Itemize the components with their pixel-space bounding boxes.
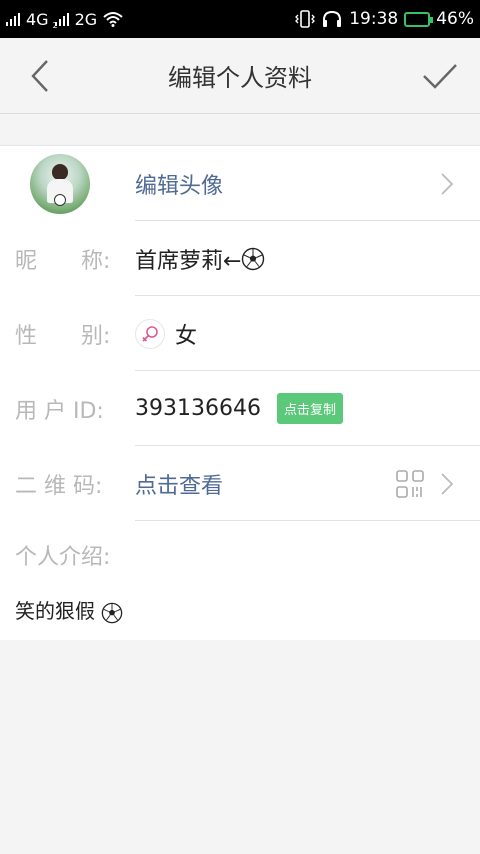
- title-bar: 编辑个人资料: [0, 38, 480, 114]
- intro-label: 个人介绍:: [15, 545, 111, 570]
- sim2-index: 2: [52, 21, 58, 30]
- network-type-2: 2G: [74, 9, 98, 29]
- nickname-value: 首席萝莉←: [135, 248, 242, 274]
- intro-section[interactable]: 个人介绍: 笑的狠假: [0, 521, 480, 640]
- chevron-right-icon: [441, 472, 454, 495]
- back-button[interactable]: [18, 54, 62, 98]
- view-qrcode-link[interactable]: 点击查看: [135, 468, 223, 500]
- qrcode-label: 二 维 码:: [15, 473, 103, 499]
- signal-icon-sim2: 2: [53, 12, 69, 30]
- status-right: 19:38 46%: [295, 9, 474, 29]
- headphone-icon: [323, 10, 342, 27]
- vibrate-icon: [295, 10, 316, 28]
- wifi-icon: [103, 12, 123, 27]
- check-icon: [423, 63, 457, 89]
- userid-value: 393136646: [135, 396, 261, 421]
- copy-id-button[interactable]: 点击复制: [276, 393, 343, 424]
- qr-code-icon: [396, 469, 424, 498]
- intro-text-wrap[interactable]: 笑的狠假: [0, 571, 480, 640]
- clock: 19:38: [349, 9, 399, 29]
- status-bar: 4G 2 2G 19:38 46%: [0, 0, 480, 38]
- userid-row: 用 户 ID: 393136646 点击复制: [0, 371, 480, 446]
- gender-value: 女: [175, 323, 198, 349]
- userid-label: 用 户 ID:: [15, 398, 104, 424]
- battery-percent: 46%: [436, 9, 474, 29]
- gender-label: 性 别:: [15, 323, 111, 349]
- page-title: 编辑个人资料: [168, 64, 312, 92]
- qrcode-row[interactable]: 二 维 码: 点击查看: [0, 446, 480, 521]
- avatar[interactable]: [30, 153, 90, 214]
- network-type-1: 4G: [26, 9, 49, 29]
- nickname-row[interactable]: 昵 称: 首席萝莉←: [0, 221, 480, 296]
- signal-icon: [6, 12, 20, 26]
- gender-value-wrap[interactable]: 女: [135, 318, 197, 350]
- female-icon: [135, 318, 165, 349]
- avatar-row[interactable]: 编辑头像: [0, 146, 480, 221]
- chevron-left-icon: [31, 59, 48, 92]
- status-left: 4G 2 2G: [6, 9, 123, 30]
- intro-text: 笑的狠假: [15, 599, 95, 623]
- soccer-ball-icon: [102, 602, 123, 623]
- soccer-ball-icon: [242, 247, 265, 270]
- profile-panel: 编辑头像 昵 称: 首席萝莉← 性 别: 女 用 户 ID: 393136646…: [0, 145, 480, 640]
- battery-icon: [404, 11, 434, 27]
- edit-avatar-link[interactable]: 编辑头像: [135, 168, 223, 200]
- nickname-label: 昵 称:: [15, 248, 111, 274]
- nickname-value-wrap[interactable]: 首席萝莉←: [135, 243, 265, 275]
- save-button[interactable]: [418, 54, 462, 98]
- chevron-right-icon: [441, 172, 454, 195]
- gender-row[interactable]: 性 别: 女: [0, 296, 480, 371]
